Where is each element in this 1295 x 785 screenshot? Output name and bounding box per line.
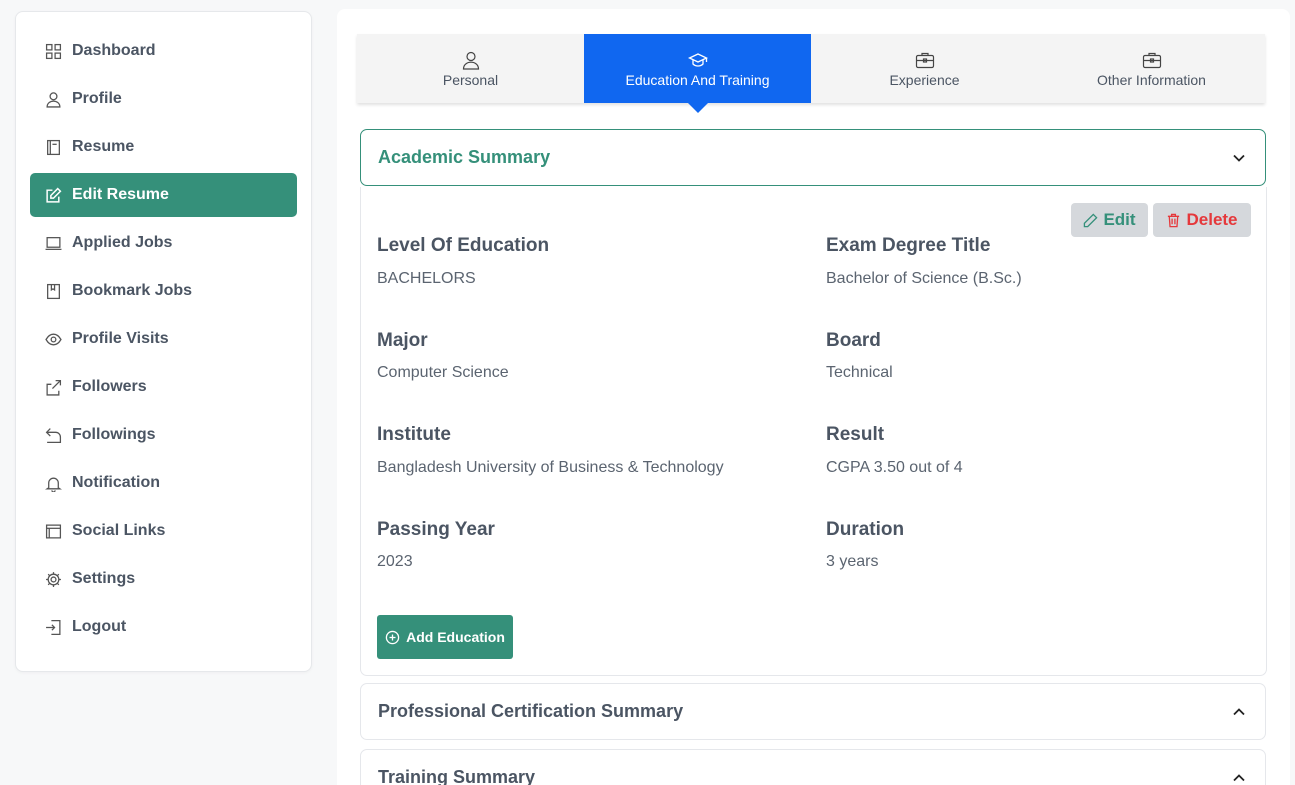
sidebar-item-label: Resume	[72, 138, 135, 155]
sidebar-item-settings[interactable]: Settings	[30, 557, 297, 601]
sidebar-item-label: Notification	[72, 474, 160, 491]
chevron-up-icon	[1231, 704, 1247, 720]
user-icon	[45, 91, 62, 108]
sidebar-item-label: Followers	[72, 378, 147, 395]
page: Dashboard Profile Resume Edit Resume App…	[0, 0, 1295, 785]
window-icon	[45, 523, 62, 540]
resume-tabs: Personal Education And Training Experien…	[357, 34, 1265, 113]
tab-experience[interactable]: Experience	[811, 34, 1038, 103]
sidebar: Dashboard Profile Resume Edit Resume App…	[15, 11, 312, 672]
result-value: CGPA 3.50 out of 4	[826, 459, 963, 476]
sidebar-item-logout[interactable]: Logout	[30, 605, 297, 649]
user-icon	[461, 50, 481, 70]
trash-icon	[1168, 213, 1180, 227]
laptop-icon	[45, 235, 62, 252]
logout-icon	[45, 619, 62, 636]
passing-year-value: 2023	[377, 553, 413, 570]
graduation-cap-icon	[687, 50, 708, 70]
sidebar-item-bookmark-jobs[interactable]: Bookmark Jobs	[30, 269, 297, 313]
sidebar-item-followers[interactable]: Followers	[30, 365, 297, 409]
chevron-up-icon	[1231, 770, 1247, 785]
institute-value: Bangladesh University of Business & Tech…	[377, 459, 724, 476]
sidebar-item-label: Settings	[72, 570, 136, 587]
sidebar-item-resume[interactable]: Resume	[30, 125, 297, 169]
briefcase-icon	[915, 50, 935, 70]
institute-label: Institute	[377, 424, 451, 445]
training-summary-title: Training Summary	[378, 767, 536, 785]
sidebar-item-label: Dashboard	[72, 42, 156, 59]
major-value: Computer Science	[377, 364, 509, 381]
sidebar-item-notification[interactable]: Notification	[30, 461, 297, 505]
delete-button-label: Delete	[1186, 210, 1238, 229]
tab-label: Experience	[889, 71, 960, 88]
board-label: Board	[826, 330, 881, 351]
edit-button-label: Edit	[1103, 210, 1136, 229]
tab-personal[interactable]: Personal	[357, 34, 584, 103]
academic-summary-title: Academic Summary	[378, 147, 551, 167]
exam-degree-title-label: Exam Degree Title	[826, 235, 991, 256]
training-summary-header[interactable]: Training Summary	[360, 749, 1266, 785]
tab-label: Other Information	[1097, 71, 1206, 88]
sidebar-item-social-links[interactable]: Social Links	[30, 509, 297, 553]
sidebar-item-followings[interactable]: Followings	[30, 413, 297, 457]
edit-icon	[45, 187, 62, 204]
sidebar-item-label: Profile	[72, 90, 122, 107]
main-panel: Personal Education And Training Experien…	[337, 9, 1290, 785]
book-icon	[45, 139, 62, 156]
bookmark-icon	[45, 283, 62, 300]
delete-button[interactable]: Delete	[1153, 203, 1251, 237]
certification-summary-title: Professional Certification Summary	[378, 701, 684, 721]
major-label: Major	[377, 330, 428, 351]
tab-other-information[interactable]: Other Information	[1038, 34, 1265, 103]
tab-education-and-training[interactable]: Education And Training	[584, 34, 811, 113]
academic-summary-header[interactable]: Academic Summary	[360, 129, 1266, 186]
level-of-education-value: BACHELORS	[377, 270, 476, 287]
pencil-icon	[1084, 212, 1098, 227]
sidebar-item-edit-resume[interactable]: Edit Resume	[30, 173, 297, 217]
grid-icon	[45, 43, 62, 60]
sidebar-item-label: Bookmark Jobs	[72, 282, 193, 299]
sidebar-item-label: Applied Jobs	[72, 234, 173, 251]
sidebar-item-profile[interactable]: Profile	[30, 77, 297, 121]
briefcase-icon	[1142, 50, 1162, 70]
sidebar-item-applied-jobs[interactable]: Applied Jobs	[30, 221, 297, 265]
eye-icon	[45, 331, 62, 348]
gear-icon	[45, 571, 62, 588]
share-icon	[45, 379, 62, 396]
tab-label: Education And Training	[625, 71, 770, 88]
add-education-label: Add Education	[406, 629, 505, 645]
sidebar-item-label: Profile Visits	[72, 330, 169, 347]
reply-icon	[45, 427, 62, 444]
sidebar-item-profile-visits[interactable]: Profile Visits	[30, 317, 297, 361]
result-label: Result	[826, 424, 885, 445]
add-education-button[interactable]: Add Education	[377, 615, 513, 659]
sidebar-item-label: Logout	[72, 618, 127, 635]
sidebar-item-dashboard[interactable]: Dashboard	[30, 29, 297, 73]
board-value: Technical	[826, 364, 893, 381]
chevron-down-icon	[1231, 150, 1247, 166]
bell-icon	[45, 475, 62, 492]
duration-value: 3 years	[826, 553, 879, 570]
passing-year-label: Passing Year	[377, 519, 495, 540]
exam-degree-title-value: Bachelor of Science (B.Sc.)	[826, 270, 1022, 287]
plus-circle-icon	[385, 630, 400, 644]
level-of-education-label: Level Of Education	[377, 235, 550, 256]
sidebar-item-label: Followings	[72, 426, 156, 443]
duration-label: Duration	[826, 519, 905, 540]
sidebar-item-label: Social Links	[72, 522, 166, 539]
tab-label: Personal	[442, 71, 499, 88]
edit-button[interactable]: Edit	[1071, 203, 1148, 237]
academic-summary-body: Edit Delete Level Of Education BACHELORS…	[360, 187, 1267, 676]
certification-summary-header[interactable]: Professional Certification Summary	[360, 683, 1266, 740]
sidebar-item-label: Edit Resume	[72, 186, 169, 203]
